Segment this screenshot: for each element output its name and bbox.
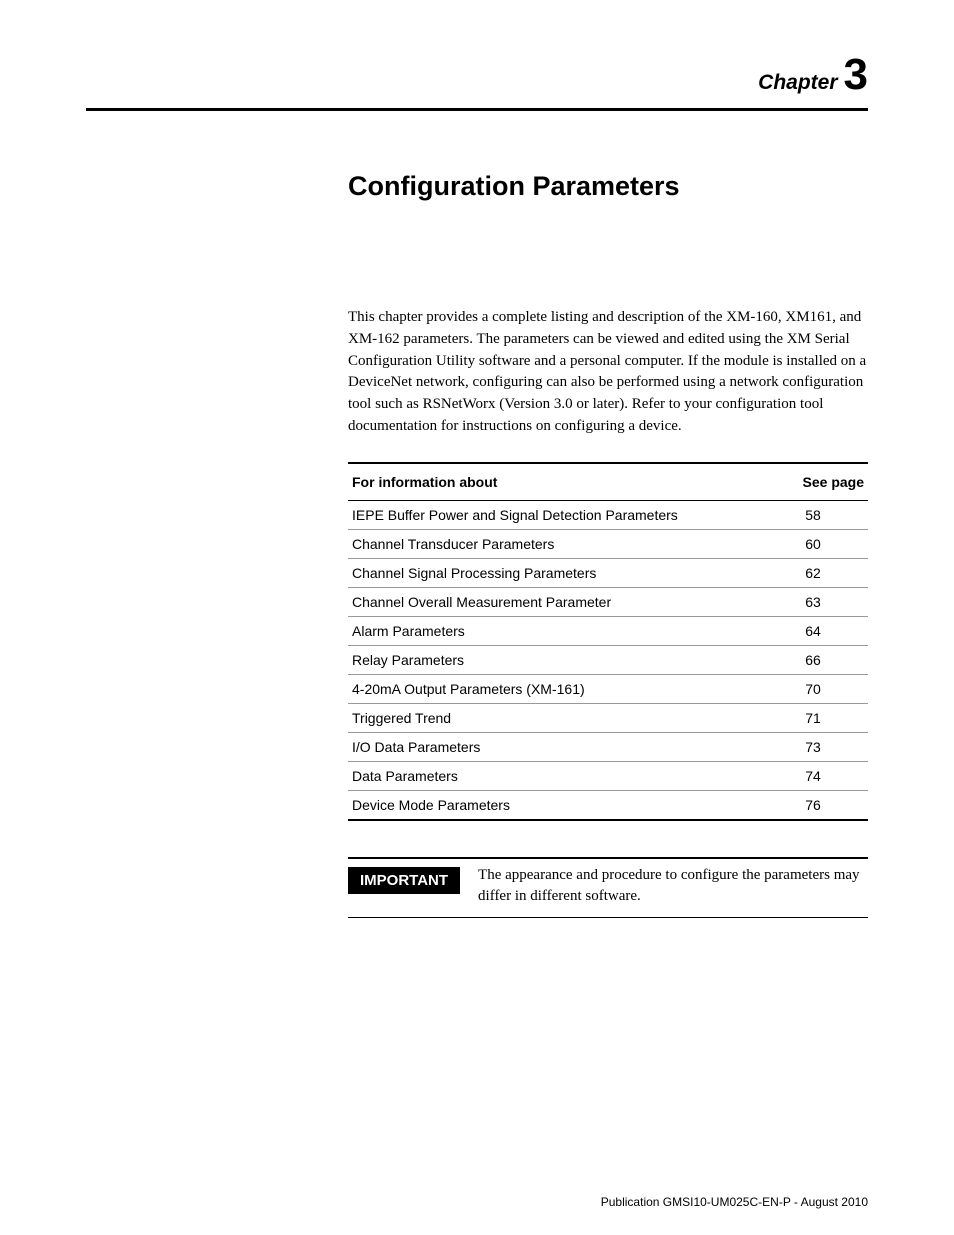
toc-info: Data Parameters	[348, 761, 758, 790]
page-title: Configuration Parameters	[348, 171, 868, 202]
toc-info: Channel Transducer Parameters	[348, 529, 758, 558]
table-row: I/O Data Parameters 73	[348, 732, 868, 761]
toc-info: Channel Signal Processing Parameters	[348, 558, 758, 587]
table-row: 4-20mA Output Parameters (XM-161) 70	[348, 674, 868, 703]
table-row: IEPE Buffer Power and Signal Detection P…	[348, 500, 868, 529]
toc-page: 71	[758, 703, 868, 732]
toc-info: Relay Parameters	[348, 645, 758, 674]
toc-header-row: For information about See page	[348, 463, 868, 501]
toc-page: 58	[758, 500, 868, 529]
toc-page: 76	[758, 790, 868, 820]
toc-page: 70	[758, 674, 868, 703]
important-block: IMPORTANT The appearance and procedure t…	[348, 857, 868, 918]
chapter-header: Chapter 3	[86, 50, 868, 100]
toc-info: 4-20mA Output Parameters (XM-161)	[348, 674, 758, 703]
toc-info: Device Mode Parameters	[348, 790, 758, 820]
important-label: IMPORTANT	[348, 867, 460, 894]
toc-info: IEPE Buffer Power and Signal Detection P…	[348, 500, 758, 529]
toc-page: 73	[758, 732, 868, 761]
chapter-label: Chapter	[758, 71, 837, 94]
toc-page: 64	[758, 616, 868, 645]
toc-table: For information about See page IEPE Buff…	[348, 462, 868, 821]
toc-info: Triggered Trend	[348, 703, 758, 732]
toc-header-page: See page	[758, 463, 868, 501]
toc-info: I/O Data Parameters	[348, 732, 758, 761]
chapter-number: 3	[844, 50, 868, 99]
toc-page: 63	[758, 587, 868, 616]
top-rule	[86, 108, 868, 111]
table-row: Data Parameters 74	[348, 761, 868, 790]
toc-page: 60	[758, 529, 868, 558]
toc-header-info: For information about	[348, 463, 758, 501]
intro-paragraph: This chapter provides a complete listing…	[348, 307, 868, 438]
toc-page: 74	[758, 761, 868, 790]
toc-body: IEPE Buffer Power and Signal Detection P…	[348, 500, 868, 820]
table-row: Device Mode Parameters 76	[348, 790, 868, 820]
table-row: Channel Overall Measurement Parameter 63	[348, 587, 868, 616]
table-row: Relay Parameters 66	[348, 645, 868, 674]
table-row: Channel Signal Processing Parameters 62	[348, 558, 868, 587]
toc-page: 66	[758, 645, 868, 674]
toc-info: Channel Overall Measurement Parameter	[348, 587, 758, 616]
content-area: Configuration Parameters This chapter pr…	[348, 171, 868, 918]
table-row: Channel Transducer Parameters 60	[348, 529, 868, 558]
important-text: The appearance and procedure to configur…	[478, 865, 868, 907]
table-row: Triggered Trend 71	[348, 703, 868, 732]
toc-info: Alarm Parameters	[348, 616, 758, 645]
footer-publication: Publication GMSI10-UM025C-EN-P - August …	[601, 1195, 868, 1209]
toc-page: 62	[758, 558, 868, 587]
table-row: Alarm Parameters 64	[348, 616, 868, 645]
